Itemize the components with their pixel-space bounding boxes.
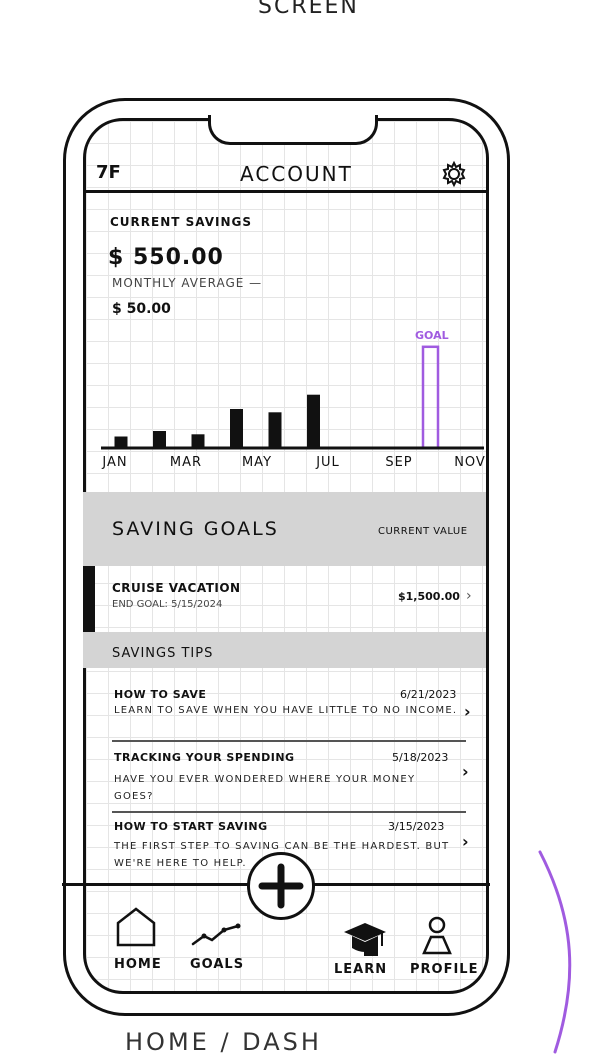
- savings-tips-title: SAVINGS TIPS: [112, 646, 214, 661]
- nav-learn-label[interactable]: LEARN: [334, 962, 387, 977]
- page-title: ACCOUNT: [240, 162, 353, 186]
- tip-title[interactable]: HOW TO START SAVING: [114, 820, 268, 833]
- chart-tick-label: NOV: [454, 455, 486, 470]
- tip-title[interactable]: HOW TO SAVE: [114, 688, 206, 701]
- chart-bar: [230, 409, 243, 449]
- savings-chart: GOAL JAN MAR MAY JUL SEP NOV: [101, 329, 486, 470]
- graduation-cap-icon[interactable]: [342, 920, 388, 960]
- chart-tick-label: JUL: [315, 455, 340, 470]
- tip-date: 5/18/2023: [392, 751, 449, 764]
- tip-title[interactable]: TRACKING YOUR SPENDING: [114, 751, 295, 764]
- chart-tick-label: MAY: [242, 455, 272, 470]
- chart-bar: [191, 434, 205, 449]
- nav-home-label[interactable]: HOME: [114, 957, 162, 972]
- goal-row-marker: [83, 566, 95, 632]
- tip-date: 6/21/2023: [400, 688, 457, 701]
- home-icon[interactable]: [114, 905, 158, 949]
- chevron-right-icon[interactable]: ›: [464, 702, 471, 721]
- phone-notch: [208, 115, 378, 145]
- tip-date: 3/15/2023: [388, 820, 445, 833]
- gear-icon[interactable]: [440, 160, 468, 188]
- tip-body: LEARN TO SAVE WHEN YOU HAVE LITTLE TO NO…: [114, 705, 458, 716]
- chevron-right-icon[interactable]: ›: [466, 588, 472, 604]
- chart-tick-label: SEP: [385, 455, 412, 470]
- tip-body: HAVE YOU EVER WONDERED WHERE YOUR MONEY …: [114, 774, 416, 802]
- tip-divider: [112, 740, 466, 742]
- profile-icon[interactable]: [420, 915, 454, 959]
- nav-goals-label[interactable]: GOALS: [190, 957, 244, 972]
- app-logo[interactable]: 7F: [96, 162, 121, 183]
- chart-bar: [307, 394, 320, 449]
- plus-icon: [258, 863, 304, 909]
- tip-divider: [112, 811, 466, 813]
- current-value-label: CURRENT VALUE: [378, 526, 468, 537]
- goal-name: CRUISE VACATION: [112, 581, 241, 595]
- chevron-right-icon[interactable]: ›: [462, 832, 469, 851]
- goal-value: $1,500.00: [398, 590, 460, 603]
- chevron-right-icon[interactable]: ›: [462, 762, 469, 781]
- saving-goals-title: SAVING GOALS: [112, 518, 279, 540]
- chart-bar: [268, 412, 282, 449]
- chart-tick-label: JAN: [101, 455, 127, 470]
- chart-tick-label: MAR: [170, 455, 202, 470]
- current-savings-label: CURRENT SAVINGS: [110, 215, 253, 229]
- chart-bar: [114, 436, 128, 449]
- add-button[interactable]: [247, 852, 315, 920]
- trend-icon[interactable]: [190, 920, 242, 950]
- nav-profile-label[interactable]: PROFILE: [410, 962, 478, 977]
- goal-bar: [421, 345, 440, 450]
- header-divider: [83, 190, 489, 193]
- goal-annotation: GOAL: [415, 329, 449, 342]
- monthly-average-label: MONTHLY AVERAGE —: [112, 276, 263, 290]
- current-savings-amount: $ 550.00: [108, 245, 224, 270]
- chart-bar: [153, 431, 166, 449]
- goal-end-date: END GOAL: 5/15/2024: [112, 599, 223, 610]
